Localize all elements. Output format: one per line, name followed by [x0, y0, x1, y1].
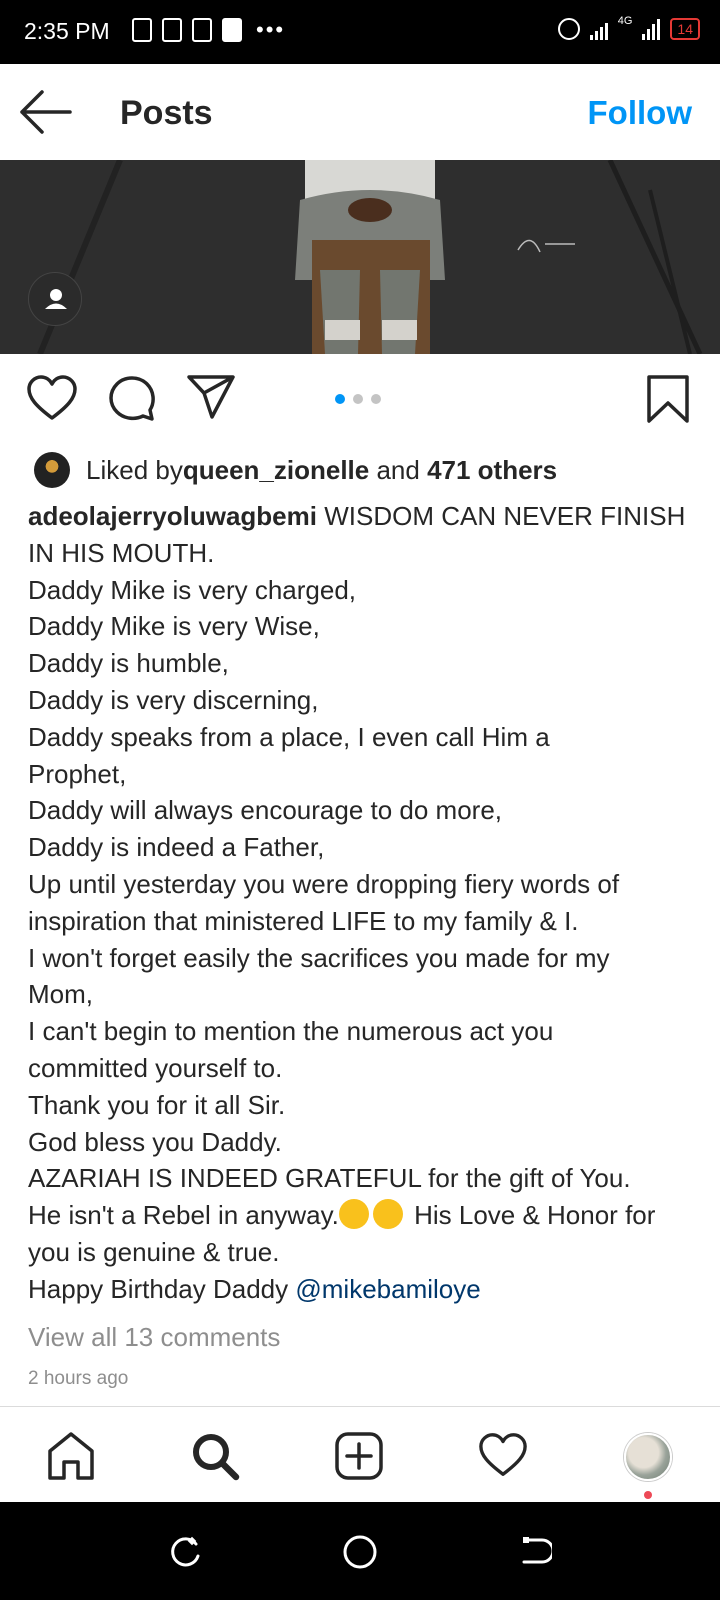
caption-line: His Love & Honor for	[406, 1200, 656, 1231]
caption-line: Happy Birthday Daddy	[28, 1273, 296, 1304]
caption-line: Up until yesterday you were dropping fie…	[28, 868, 620, 899]
user-tag-button[interactable]	[28, 272, 82, 326]
share-icon[interactable]	[186, 374, 236, 420]
caption-line: Prophet,	[28, 758, 127, 789]
caption-line: Daddy speaks from a place, I even call H…	[28, 721, 550, 752]
mention-link[interactable]: @mikebamiloye	[295, 1274, 480, 1304]
caption-line: Daddy is humble,	[28, 648, 229, 679]
caption-line: I can't begin to mention the numerous ac…	[28, 1016, 554, 1047]
caption-line: Daddy is very discerning,	[28, 684, 319, 715]
profile-avatar[interactable]	[624, 1433, 672, 1481]
network-type: 4G	[617, 15, 633, 27]
add-post-icon[interactable]	[334, 1431, 384, 1481]
caption-line: God bless you Daddy.	[28, 1126, 282, 1157]
image-notification-icon	[222, 18, 242, 42]
post-actions	[0, 360, 720, 444]
recent-apps-icon[interactable]	[168, 1534, 202, 1568]
more-notifications-icon: •••	[256, 17, 286, 42]
carousel-dot	[371, 394, 381, 404]
game-notification-icon	[192, 18, 212, 42]
laughing-emoji-icon	[338, 1199, 369, 1230]
follow-button[interactable]: Follow	[588, 94, 692, 132]
liker-avatar	[34, 452, 70, 488]
comment-icon[interactable]	[106, 374, 156, 422]
caption-line: Daddy Mike is very Wise,	[28, 611, 320, 642]
post-photo	[0, 160, 720, 354]
page-title: Posts	[120, 94, 213, 132]
likes-others[interactable]: 471 others	[427, 455, 557, 486]
caption-line: Thank you for it all Sir.	[28, 1089, 286, 1120]
likes-row[interactable]: Liked by queen_zionelle and 471 others	[34, 452, 557, 488]
home-icon[interactable]	[46, 1431, 96, 1481]
activity-heart-icon[interactable]	[478, 1431, 528, 1479]
carousel-indicator	[335, 394, 381, 404]
status-bar: 2:35 PM ••• 4G 14	[0, 0, 720, 64]
notification-icons: •••	[132, 18, 285, 42]
carousel-dot	[353, 394, 363, 404]
signal-icon	[589, 18, 608, 40]
caption-line: He isn't a Rebel in anyway.	[28, 1200, 339, 1231]
back-arrow-icon[interactable]	[20, 90, 72, 134]
header: Posts Follow	[0, 64, 720, 160]
caption-line: WISDOM CAN NEVER FINISH	[316, 501, 686, 531]
laughing-emoji-icon	[372, 1199, 403, 1230]
post-timestamp: 2 hours ago	[28, 1368, 129, 1389]
heart-icon[interactable]	[26, 374, 78, 422]
home-button-icon[interactable]	[342, 1534, 378, 1570]
battery-level: 14	[670, 18, 700, 40]
android-nav-bar	[0, 1502, 720, 1600]
user-tag-icon	[45, 289, 67, 309]
alert-notification-icon	[132, 18, 152, 42]
back-button-icon[interactable]	[518, 1534, 552, 1568]
caption-line: IN HIS MOUTH.	[28, 537, 215, 568]
status-time: 2:35 PM	[24, 18, 110, 44]
carousel-dot-active	[335, 394, 345, 404]
signal-icon-2	[642, 18, 661, 40]
view-comments-link[interactable]: View all 13 comments	[28, 1322, 280, 1353]
caption-line: Daddy will always encourage to do more,	[28, 795, 503, 826]
bookmark-icon[interactable]	[646, 374, 690, 424]
post-image[interactable]	[0, 160, 720, 354]
caption-username[interactable]: adeolajerryoluwagbemi	[28, 501, 317, 531]
caption-line: Daddy Mike is very charged,	[28, 574, 357, 605]
caption-line: I won't forget easily the sacrifices you…	[28, 942, 610, 973]
caption-line: committed yourself to.	[28, 1052, 283, 1083]
alarm-icon	[557, 18, 580, 40]
likes-prefix: Liked by	[86, 454, 183, 485]
caption-line: inspiration that ministered LIFE to my f…	[28, 905, 579, 936]
search-icon[interactable]	[190, 1431, 240, 1481]
bottom-nav	[0, 1406, 720, 1502]
caption-line: AZARIAH IS INDEED GRATEFUL for the gift …	[28, 1163, 631, 1194]
caption-line: you is genuine & true.	[28, 1236, 280, 1267]
post-caption: adeolajerryoluwagbemi WISDOM CAN NEVER F…	[28, 498, 698, 1308]
caption-line: Daddy is indeed a Father,	[28, 832, 325, 863]
notification-dot	[644, 1491, 652, 1499]
status-right: 4G 14	[557, 15, 700, 40]
caption-line: Mom,	[28, 979, 93, 1010]
likes-middle: and	[369, 454, 428, 485]
liker-username[interactable]: queen_zionelle	[183, 455, 369, 486]
app-notification-icon	[162, 18, 182, 42]
